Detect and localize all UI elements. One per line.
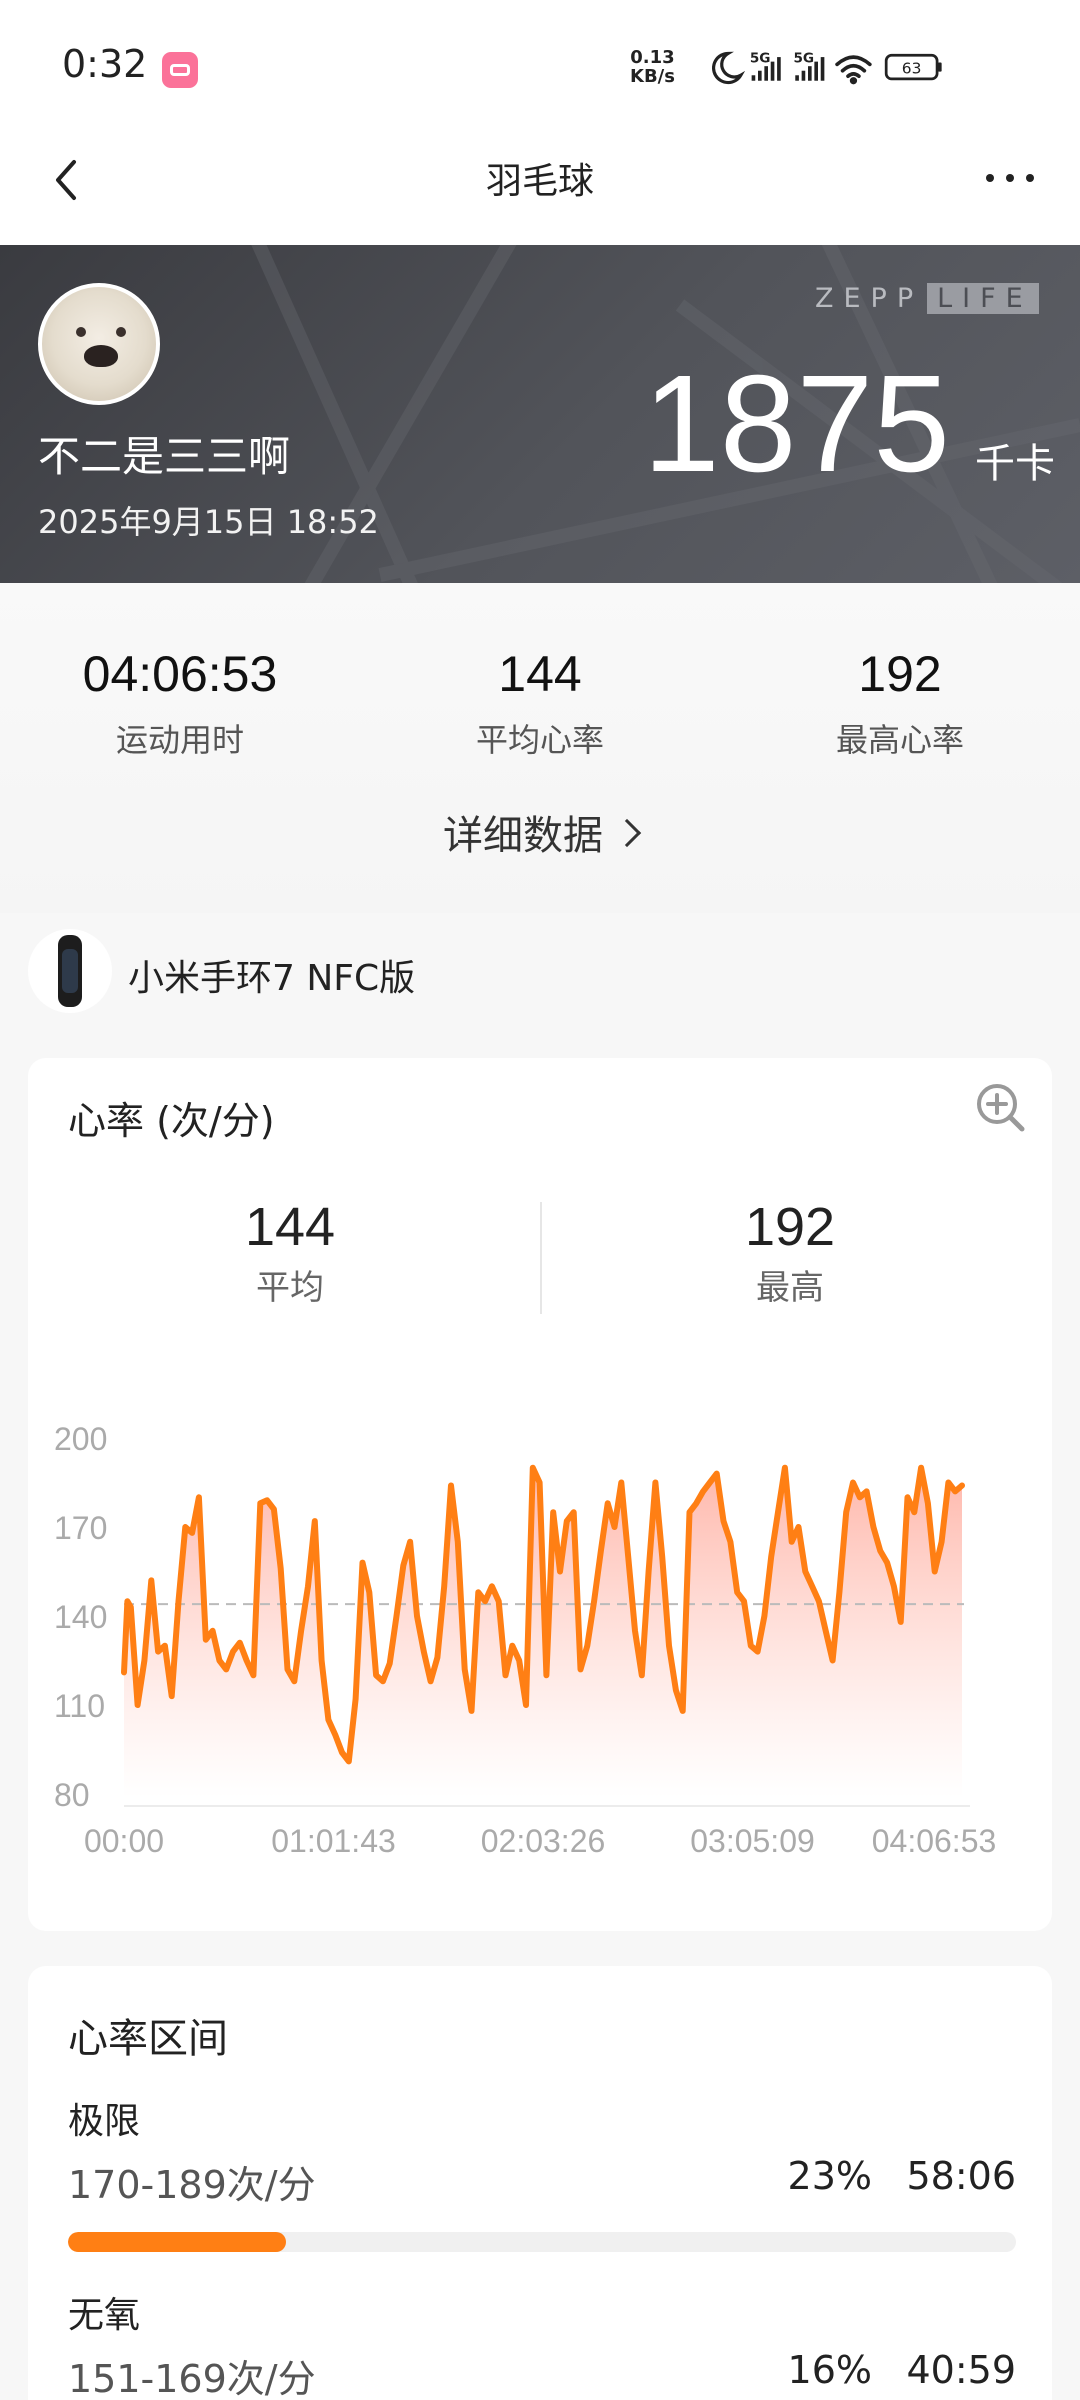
- x-tick-label: 01:01:43: [271, 1823, 396, 1859]
- zone-anaerobic: 无氧 151-169次/分 16% 40:59: [68, 2286, 1016, 2400]
- zone-time: 58:06: [906, 2154, 1016, 2198]
- more-options-icon[interactable]: [980, 158, 1040, 198]
- zone-name: 无氧: [68, 2295, 141, 2336]
- zone-extreme: 极限 170-189次/分 23% 58:06: [68, 2092, 1016, 2252]
- y-tick-label: 170: [54, 1510, 107, 1546]
- app-root: 0:32 0.13 KB/s 5G 5G 63 羽毛球 不二是三三啊 2025年…: [0, 0, 1080, 2400]
- zone-percent: 23%: [787, 2154, 872, 2198]
- calorie-value: 1875: [643, 347, 950, 501]
- x-tick-label: 04:06:53: [872, 1823, 997, 1859]
- status-time: 0:32: [62, 42, 148, 86]
- heart-rate-card: 心率 (次/分) 144 平均 192 最高 200 170 140 110 80 00:…: [28, 1058, 1052, 1931]
- workout-banner: 不二是三三啊 2025年9月15日 18:52 ZEPP LIFE 1875 千卡: [0, 245, 1080, 583]
- chevron-right-icon: [612, 818, 642, 848]
- wifi-icon: [835, 55, 872, 85]
- x-tick-label: 00:00: [84, 1823, 164, 1859]
- stat-avg-hr-label: 平均心率: [475, 721, 604, 759]
- battery-icon: 63: [884, 53, 942, 81]
- battery-level: 63: [902, 59, 922, 77]
- y-tick-label: 140: [54, 1599, 107, 1635]
- zone-name: 极限: [68, 2101, 141, 2142]
- zone-progress-bar: [68, 2232, 1016, 2252]
- heart-rate-chart: 200 170 140 110 80 00:00 01:01:43 02:03:26 03:05…: [54, 1421, 997, 1859]
- signal-label-2: 5G: [793, 51, 814, 67]
- net-speed: 0.13 KB/s: [630, 48, 675, 86]
- moon-icon: [712, 51, 746, 85]
- stat-avg-hr-value: 144: [498, 646, 582, 702]
- zepp-life-logo: ZEPP LIFE: [815, 283, 1039, 317]
- bilibili-app-icon: [162, 52, 198, 88]
- stat-max-hr-label: 最高心率: [835, 721, 964, 759]
- stat-duration-label: 运动用时: [115, 721, 244, 759]
- user-name: 不二是三三啊: [38, 432, 291, 481]
- net-speed-value: 0.13: [630, 47, 675, 68]
- zone-range: 151-169次/分: [68, 2357, 316, 2400]
- stat-max-hr: 192 最高心率: [735, 645, 1065, 761]
- zone-range: 170-189次/分: [68, 2163, 316, 2207]
- status-icons: 5G 5G 63: [712, 51, 942, 85]
- y-tick-label: 200: [54, 1421, 107, 1457]
- calorie-unit: 千卡: [975, 441, 1055, 487]
- net-speed-unit: KB/s: [630, 66, 675, 87]
- smart-band-icon: [28, 929, 112, 1013]
- detail-data-link[interactable]: 详细数据: [0, 803, 1080, 861]
- status-bar: 0:32 0.13 KB/s 5G 5G 63: [0, 0, 1080, 130]
- stat-duration-value: 04:06:53: [82, 646, 278, 702]
- detail-data-label: 详细数据: [443, 813, 603, 859]
- zone-progress-fill: [68, 2232, 287, 2252]
- user-avatar[interactable]: [38, 283, 160, 405]
- x-tick-label: 02:03:26: [481, 1823, 606, 1859]
- nav-bar: 羽毛球: [0, 130, 1080, 245]
- stat-avg-hr: 144 平均心率: [375, 645, 705, 761]
- y-tick-label: 80: [54, 1777, 90, 1813]
- page-title: 羽毛球: [485, 161, 594, 202]
- heart-rate-zones-card: 心率区间 极限 170-189次/分 23% 58:06 无氧 151-169次…: [28, 1966, 1052, 2400]
- device-row[interactable]: 小米手环7 NFC版: [0, 913, 1080, 1023]
- workout-summary: 04:06:53 运动用时 144 平均心率 192 最高心率 详细数据: [0, 583, 1080, 913]
- device-name: 小米手环7 NFC版: [128, 958, 416, 999]
- x-tick-label: 03:05:09: [690, 1823, 815, 1859]
- zones-title: 心率区间: [68, 2016, 228, 2062]
- signal-label-1: 5G: [750, 51, 771, 67]
- stat-duration: 04:06:53 运动用时: [15, 645, 345, 761]
- workout-date: 2025年9月15日 18:52: [38, 503, 379, 541]
- y-tick-label: 110: [54, 1688, 105, 1724]
- stat-max-hr-value: 192: [858, 646, 942, 702]
- zone-time: 40:59: [906, 2348, 1016, 2392]
- zone-percent: 16%: [787, 2348, 872, 2392]
